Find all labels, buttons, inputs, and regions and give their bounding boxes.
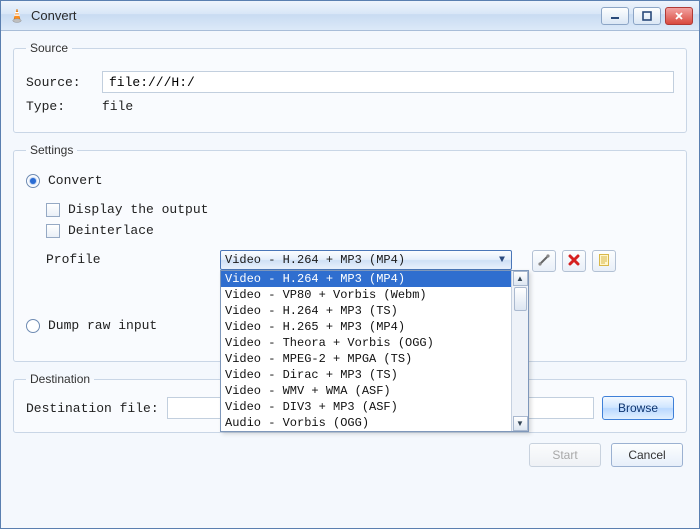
dump-raw-label: Dump raw input (48, 318, 157, 333)
profile-option[interactable]: Video - Dirac + MP3 (TS) (221, 367, 511, 383)
deinterlace-checkbox[interactable] (46, 224, 60, 238)
window-buttons (601, 7, 693, 25)
profile-option[interactable]: Audio - Vorbis (OGG) (221, 415, 511, 431)
chevron-down-icon: ▼ (493, 255, 511, 266)
display-output-label: Display the output (68, 202, 208, 217)
type-value: file (102, 99, 133, 114)
profile-option[interactable]: Video - H.264 + MP3 (MP4) (221, 271, 511, 287)
profile-option[interactable]: Video - WMV + WMA (ASF) (221, 383, 511, 399)
profile-option[interactable]: Video - H.265 + MP3 (MP4) (221, 319, 511, 335)
new-profile-button[interactable] (592, 250, 616, 272)
edit-profile-button[interactable] (532, 250, 556, 272)
profile-option[interactable]: Video - H.264 + MP3 (TS) (221, 303, 511, 319)
type-label: Type: (26, 99, 94, 114)
profile-label: Profile (46, 250, 206, 267)
dialog-buttons: Start Cancel (13, 443, 687, 467)
minimize-button[interactable] (601, 7, 629, 25)
titlebar: Convert (1, 1, 699, 31)
scroll-thumb[interactable] (514, 287, 527, 311)
start-button[interactable]: Start (529, 443, 601, 467)
scroll-down-icon[interactable]: ▼ (513, 416, 528, 431)
delete-x-icon (567, 253, 581, 270)
source-input[interactable] (102, 71, 674, 93)
cancel-button[interactable]: Cancel (611, 443, 683, 467)
tools-icon (537, 253, 551, 270)
profile-option[interactable]: Video - Theora + Vorbis (OGG) (221, 335, 511, 351)
destination-file-label: Destination file: (26, 401, 159, 416)
window-title: Convert (31, 8, 77, 23)
convert-label: Convert (48, 173, 103, 188)
new-file-icon (597, 253, 611, 270)
profile-combobox[interactable]: Video - H.264 + MP3 (MP4) ▼ Video - H.26… (220, 250, 512, 270)
destination-legend: Destination (26, 372, 94, 386)
profile-option[interactable]: Video - VP80 + Vorbis (Webm) (221, 287, 511, 303)
convert-radio[interactable] (26, 174, 40, 188)
settings-group: Settings Convert Display the output Dein… (13, 143, 687, 362)
source-group: Source Source: Type: file (13, 41, 687, 133)
source-legend: Source (26, 41, 72, 55)
profile-option[interactable]: Video - MPEG-2 + MPGA (TS) (221, 351, 511, 367)
profile-option[interactable]: Video - DIV3 + MP3 (ASF) (221, 399, 511, 415)
browse-button[interactable]: Browse (602, 396, 674, 420)
delete-profile-button[interactable] (562, 250, 586, 272)
dump-raw-radio[interactable] (26, 319, 40, 333)
scroll-up-icon[interactable]: ▲ (513, 271, 528, 286)
source-label: Source: (26, 75, 94, 90)
app-icon (9, 8, 25, 24)
deinterlace-label: Deinterlace (68, 223, 154, 238)
display-output-checkbox[interactable] (46, 203, 60, 217)
profile-selected[interactable]: Video - H.264 + MP3 (MP4) ▼ (220, 250, 512, 270)
close-button[interactable] (665, 7, 693, 25)
profile-dropdown-list: Video - H.264 + MP3 (MP4) Video - VP80 +… (220, 270, 529, 432)
content-area: Source Source: Type: file Settings Conve… (1, 31, 699, 528)
convert-window: Convert Source Source: Type: file (0, 0, 700, 529)
settings-legend: Settings (26, 143, 77, 157)
maximize-button[interactable] (633, 7, 661, 25)
dropdown-scrollbar[interactable]: ▲ ▼ (511, 271, 528, 431)
